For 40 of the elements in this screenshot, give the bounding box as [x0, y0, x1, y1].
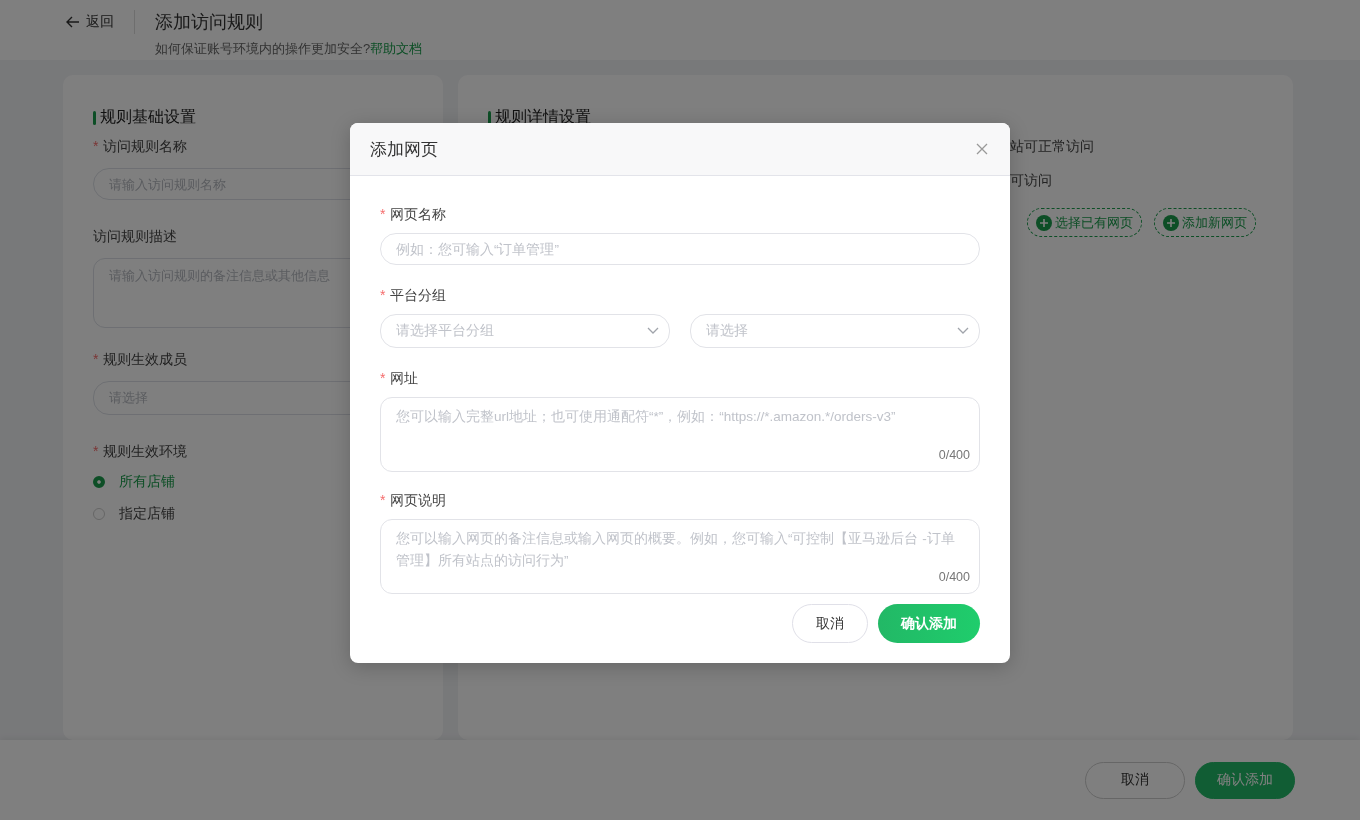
- page-title: 添加访问规则: [155, 11, 264, 34]
- text-field[interactable]: 例如：您可输入“订单管理”: [380, 233, 980, 265]
- field-label: 网页说明: [390, 492, 447, 510]
- back-link[interactable]: 返回: [66, 10, 135, 34]
- required-mark: *: [380, 206, 386, 224]
- field-label: 网页名称: [390, 206, 447, 224]
- cancel-button[interactable]: 取消: [792, 604, 868, 643]
- plus-circle-icon: [1036, 214, 1052, 231]
- field-label: 访问规则描述: [93, 228, 177, 246]
- required-mark: *: [93, 138, 99, 156]
- add-page-button[interactable]: 添加新网页: [1154, 208, 1256, 237]
- char-counter: 0/400: [938, 570, 970, 584]
- required-mark: *: [380, 287, 386, 305]
- help-link[interactable]: 帮助文档: [370, 41, 423, 56]
- select-field[interactable]: 请选择平台分组: [380, 314, 670, 348]
- confirm-button[interactable]: 确认添加: [1195, 761, 1295, 799]
- chevron-down-icon: [957, 327, 969, 335]
- radio-button[interactable]: [93, 476, 105, 488]
- option-text: 可访问: [1010, 172, 1053, 190]
- confirm-button[interactable]: 确认添加: [878, 604, 980, 643]
- dialog-title: 添加网页: [370, 138, 438, 161]
- radio-label[interactable]: 指定店铺: [119, 505, 175, 523]
- section-title: 规则基础设置: [100, 107, 196, 127]
- required-mark: *: [93, 443, 99, 461]
- select-field[interactable]: 请选择: [690, 314, 980, 348]
- required-mark: *: [93, 351, 99, 369]
- radio-label[interactable]: 所有店铺: [119, 473, 175, 491]
- field-label: 访问规则名称: [103, 138, 188, 156]
- option-text: 站可正常访问: [1010, 138, 1095, 156]
- cancel-button[interactable]: 取消: [1085, 761, 1185, 799]
- add-page-button[interactable]: 选择已有网页: [1027, 208, 1142, 237]
- char-counter: 0/400: [938, 448, 970, 462]
- required-mark: *: [380, 492, 386, 510]
- plus-circle-icon: [1163, 214, 1179, 231]
- arrow-left-icon: [66, 16, 80, 28]
- chevron-down-icon: [647, 327, 659, 335]
- field-label: 规则生效环境: [103, 443, 188, 461]
- field-label: 规则生效成员: [103, 351, 188, 369]
- close-icon[interactable]: [976, 143, 988, 155]
- hint-text: 如何保证账号环境内的操作更加安全?: [155, 41, 371, 56]
